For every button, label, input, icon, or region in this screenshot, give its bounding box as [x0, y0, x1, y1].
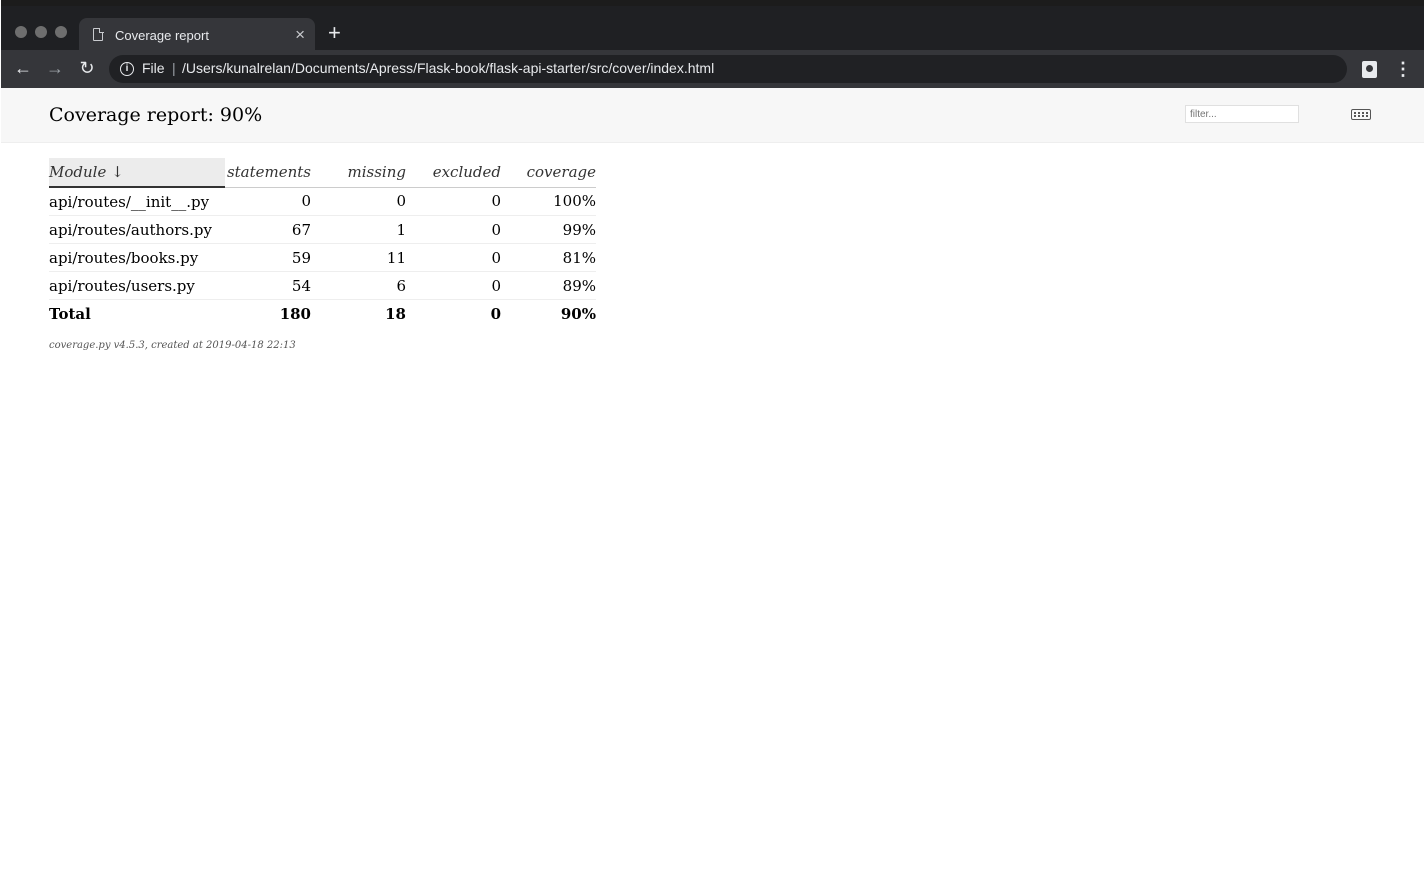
module-link[interactable]: api/routes/__init__.py — [49, 187, 225, 216]
address-bar[interactable]: i File | /Users/kunalrelan/Documents/Apr… — [109, 55, 1347, 83]
total-statements: 180 — [279, 304, 311, 323]
excluded-cell: 0 — [406, 243, 501, 272]
profile-icon[interactable] — [1362, 61, 1377, 78]
coverage-cell: 89% — [501, 271, 596, 300]
page-icon — [93, 27, 104, 41]
window-zoom-button[interactable] — [55, 26, 67, 38]
forward-arrow-icon[interactable]: → — [43, 56, 67, 80]
column-header-coverage[interactable]: coverage — [501, 158, 596, 188]
missing-cell: 0 — [311, 187, 406, 216]
report-header: Coverage report: 90% — [1, 88, 1424, 143]
tab-strip: Coverage report × + — [1, 6, 1424, 56]
tab-title: Coverage report — [115, 28, 209, 43]
statements-cell: 59 — [225, 243, 311, 272]
statements-cell: 54 — [225, 271, 311, 300]
plus-icon[interactable]: + — [328, 20, 341, 46]
module-link[interactable]: api/routes/books.py — [49, 243, 225, 272]
statements-cell: 67 — [225, 215, 311, 244]
window-minimize-button[interactable] — [35, 26, 47, 38]
page-title: Coverage report: 90% — [49, 104, 263, 126]
table-row: api/routes/users.py 54 6 0 89% — [49, 271, 596, 300]
menu-icon[interactable]: ⋮ — [1394, 59, 1412, 79]
coverage-cell: 81% — [501, 243, 596, 272]
excluded-cell: 0 — [406, 271, 501, 300]
coverage-cell: 99% — [501, 215, 596, 244]
url-text[interactable]: /Users/kunalrelan/Documents/Apress/Flask… — [182, 60, 714, 76]
table-header-row: Module ↓ statements missing excluded cov… — [49, 158, 596, 188]
back-arrow-icon[interactable]: ← — [11, 56, 35, 80]
window-close-button[interactable] — [15, 26, 27, 38]
missing-cell: 1 — [311, 215, 406, 244]
column-header-module[interactable]: Module ↓ — [49, 158, 225, 188]
total-label: Total — [49, 304, 91, 323]
url-separator: | — [172, 60, 176, 76]
table-row: api/routes/authors.py 67 1 0 99% — [49, 215, 596, 244]
info-icon[interactable]: i — [120, 62, 134, 76]
table-row: api/routes/books.py 59 11 0 81% — [49, 243, 596, 272]
total-missing: 18 — [385, 304, 406, 323]
missing-cell: 11 — [311, 243, 406, 272]
module-link[interactable]: api/routes/users.py — [49, 271, 225, 300]
url-scheme-label: File — [142, 60, 165, 76]
filter-input[interactable] — [1185, 105, 1299, 123]
browser-toolbar: ← → ↻ i File | /Users/kunalrelan/Documen… — [1, 50, 1424, 88]
total-coverage: 90% — [560, 304, 596, 323]
close-icon[interactable]: × — [295, 25, 305, 45]
total-row: Total 180 18 0 90% — [49, 300, 596, 328]
coverage-cell: 100% — [501, 187, 596, 216]
reload-icon[interactable]: ↻ — [75, 56, 99, 80]
column-header-missing[interactable]: missing — [311, 158, 406, 188]
statements-cell: 0 — [225, 187, 311, 216]
column-header-statements[interactable]: statements — [225, 158, 311, 188]
total-excluded: 0 — [490, 304, 501, 323]
report-footer: coverage.py v4.5.3, created at 2019-04-1… — [49, 340, 296, 351]
excluded-cell: 0 — [406, 187, 501, 216]
coverage-table: Module ↓ statements missing excluded cov… — [49, 158, 596, 327]
column-header-excluded[interactable]: excluded — [406, 158, 501, 188]
module-link[interactable]: api/routes/authors.py — [49, 215, 225, 244]
browser-window: Coverage report × + ← → ↻ i File | /User… — [1, 0, 1424, 877]
table-row: api/routes/__init__.py 0 0 0 100% — [49, 187, 596, 216]
excluded-cell: 0 — [406, 215, 501, 244]
missing-cell: 6 — [311, 271, 406, 300]
keyboard-icon[interactable] — [1351, 109, 1371, 120]
